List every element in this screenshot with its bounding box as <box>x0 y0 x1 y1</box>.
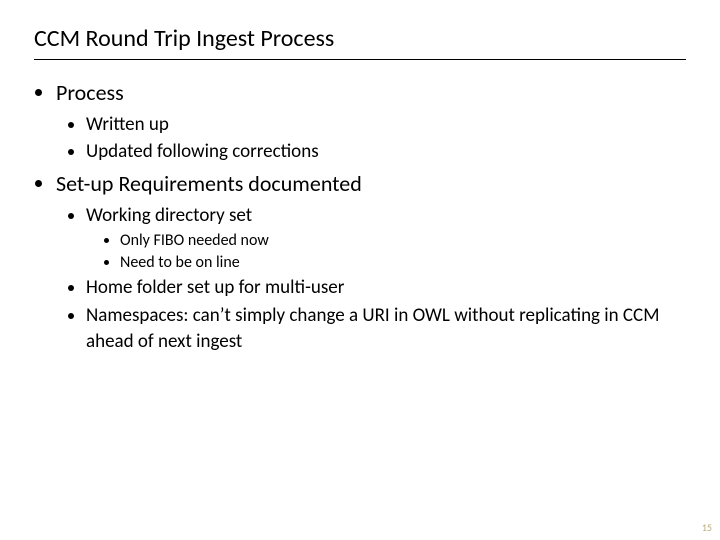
slide: CCM Round Trip Ingest Process Process Wr… <box>0 0 720 354</box>
list-item: Only FIBO needed now <box>120 230 686 252</box>
list-item: Home folder set up for multi-user <box>86 275 686 301</box>
bullet-list: Working directory set Only FIBO needed n… <box>56 203 686 355</box>
list-item: Process Written up Updated following cor… <box>56 78 686 165</box>
bullet-text: Namespaces: can’t simply change a URI in… <box>86 304 659 353</box>
bullet-text: Only FIBO needed now <box>120 231 269 250</box>
list-item: Updated following corrections <box>86 139 686 165</box>
bullet-text: Need to be on line <box>120 253 240 272</box>
bullet-text: Home folder set up for multi-user <box>86 276 344 299</box>
bullet-text: Written up <box>86 113 169 136</box>
slide-title: CCM Round Trip Ingest Process <box>34 24 686 60</box>
list-item: Working directory set Only FIBO needed n… <box>86 203 686 274</box>
bullet-text: Process <box>56 79 124 106</box>
list-item: Written up <box>86 112 686 138</box>
bullet-list: Only FIBO needed now Need to be on line <box>86 230 686 273</box>
bullet-list: Written up Updated following corrections <box>56 112 686 165</box>
list-item: Namespaces: can’t simply change a URI in… <box>86 303 686 354</box>
bullet-text: Working directory set <box>86 204 252 227</box>
page-number: 15 <box>702 521 712 534</box>
bullet-text: Set-up Requirements documented <box>56 170 362 197</box>
bullet-text: Updated following corrections <box>86 140 319 163</box>
bullet-list: Process Written up Updated following cor… <box>34 78 686 354</box>
list-item: Need to be on line <box>120 252 686 274</box>
list-item: Set-up Requirements documented Working d… <box>56 169 686 354</box>
